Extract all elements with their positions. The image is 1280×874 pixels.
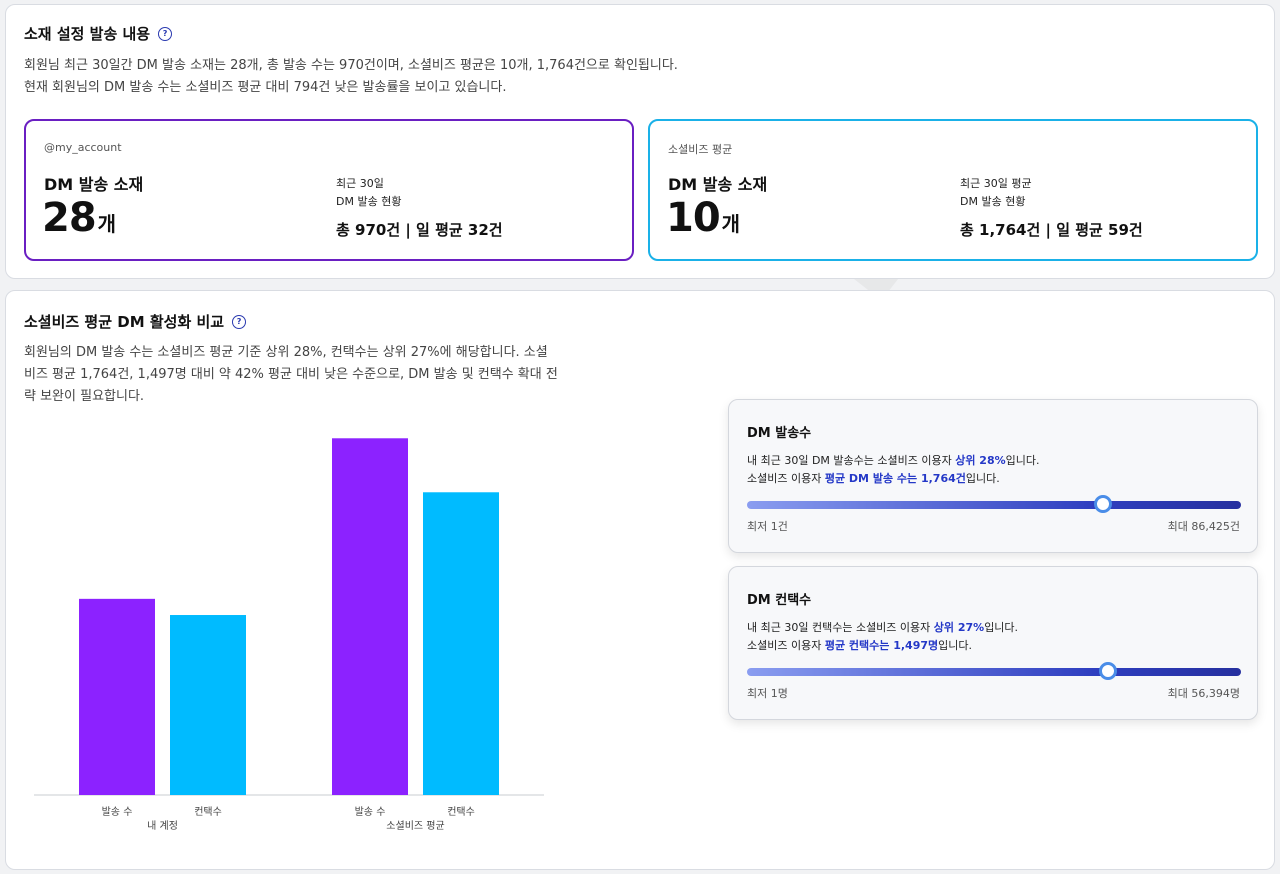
section-title: 소재 설정 발송 내용 ? xyxy=(24,23,173,44)
comparison-title: 소셜비즈 평균 DM 활성화 비교 xyxy=(24,313,225,331)
period-line: DM 발송 현황 xyxy=(336,195,402,208)
bar-chart-svg: 발송 수 컨택수내 계정발송 수 컨택수소셜비즈 평균 xyxy=(34,438,544,832)
my-account-card: @my_account DM 발송 소재 28 개 최근 30일 DM 발송 현… xyxy=(24,119,634,261)
comparison-bar-chart: 발송 수 컨택수 내 계정 발송 수 컨택수 소셜비즈 평균 xyxy=(24,411,554,851)
account-handle: @my_account xyxy=(44,141,122,154)
chart-group-label: 내 계정 xyxy=(147,820,178,832)
send-summary-description: 회원님 최근 30일간 DM 발송 소재는 28개, 총 발송 수는 970건이… xyxy=(24,55,678,99)
card-value: 10 개 xyxy=(666,195,740,241)
metric-line: 내 최근 30일 컨택수는 소셜비즈 이용자 상위 27%입니다. xyxy=(747,619,1018,637)
slider-thumb[interactable] xyxy=(1098,662,1117,680)
slider-max-label: 최대 56,394명 xyxy=(1167,687,1240,700)
card-number: 10 xyxy=(666,195,721,241)
socialbiz-average-card: 소셜비즈 평균 DM 발송 소재 10 개 최근 30일 평균 DM 발송 현황… xyxy=(648,119,1258,261)
metric-title: DM 발송수 xyxy=(747,426,812,441)
metric-text: 내 최근 30일 컨택수는 소셜비즈 이용자 xyxy=(747,621,934,634)
send-summary-panel: 소재 설정 발송 내용 ? 회원님 최근 30일간 DM 발송 소재는 28개,… xyxy=(5,4,1275,279)
account-handle: 소셜비즈 평균 xyxy=(668,143,733,156)
desc-line: 비즈 평균 1,764건, 1,497명 대비 약 42% 평균 대비 낮은 수… xyxy=(24,367,558,382)
desc-line: 회원님 최근 30일간 DM 발송 소재는 28개, 총 발송 수는 970건이… xyxy=(24,58,678,73)
card-total: 총 970건 | 일 평균 32건 xyxy=(336,221,503,239)
card-period: 최근 30일 DM 발송 현황 xyxy=(336,175,401,211)
card-label: DM 발송 소재 xyxy=(44,175,144,194)
metric-title: DM 컨택수 xyxy=(747,593,812,608)
card-period: 최근 30일 평균 DM 발송 현황 xyxy=(960,175,1032,211)
chart-bar xyxy=(423,492,499,795)
chart-bar xyxy=(79,598,155,795)
metric-line: 소셜비즈 이용자 평균 컨택수는 1,497명입니다. xyxy=(747,637,1018,655)
period-line: 최근 30일 xyxy=(336,177,384,190)
section-title: 소셜비즈 평균 DM 활성화 비교 ? xyxy=(24,311,247,332)
send-summary-title: 소재 설정 발송 내용 xyxy=(24,25,151,43)
chart-bar xyxy=(170,615,246,795)
dm-send-count-card: DM 발송수 내 최근 30일 DM 발송수는 소셜비즈 이용자 상위 28%입… xyxy=(728,399,1258,553)
dm-contact-count-card: DM 컨택수 내 최근 30일 컨택수는 소셜비즈 이용자 상위 27%입니다.… xyxy=(728,566,1258,720)
info-icon[interactable]: ? xyxy=(158,26,173,41)
card-unit: 개 xyxy=(721,212,741,236)
chart-category-label: 컨택수 xyxy=(194,806,222,818)
card-value: 28 개 xyxy=(42,195,116,241)
slider-thumb[interactable] xyxy=(1093,495,1112,513)
metric-description: 내 최근 30일 컨택수는 소셜비즈 이용자 상위 27%입니다. 소셜비즈 이… xyxy=(747,619,1018,655)
chart-category-label: 컨택수 xyxy=(447,806,475,818)
metric-highlight: 상위 27% xyxy=(933,621,985,634)
metric-line: 소셜비즈 이용자 평균 DM 발송 수는 1,764건입니다. xyxy=(747,470,1040,488)
comparison-panel: 소셜비즈 평균 DM 활성화 비교 ? 회원님의 DM 발송 수는 소셜비즈 평… xyxy=(5,290,1275,870)
range-slider-track xyxy=(747,495,1241,513)
slider-min-label: 최저 1건 xyxy=(747,520,788,533)
metric-highlight: 평균 컨택수는 1,497명 xyxy=(824,639,939,652)
desc-line: 략 보완이 필요합니다. xyxy=(24,389,145,404)
chart-bar xyxy=(332,438,408,795)
period-line: DM 발송 현황 xyxy=(960,195,1026,208)
metric-text: 입니다. xyxy=(938,639,972,652)
metric-text: 입니다. xyxy=(1005,454,1040,467)
metric-description: 내 최근 30일 DM 발송수는 소셜비즈 이용자 상위 28%입니다. 소셜비… xyxy=(747,452,1040,488)
card-total: 총 1,764건 | 일 평균 59건 xyxy=(960,221,1143,239)
metric-text: 입니다. xyxy=(984,621,1019,634)
chart-category-label: 발송 수 xyxy=(355,806,386,818)
metric-text: 내 최근 30일 DM 발송수는 소셜비즈 이용자 xyxy=(747,454,956,467)
card-number: 28 xyxy=(42,195,97,241)
metric-text: 입니다. xyxy=(965,472,1000,485)
chart-category-label: 발송 수 xyxy=(102,806,133,818)
slider-max-label: 최대 86,425건 xyxy=(1167,520,1240,533)
range-slider-track xyxy=(747,662,1241,680)
info-icon[interactable]: ? xyxy=(232,314,247,329)
period-line: 최근 30일 평균 xyxy=(960,177,1032,190)
comparison-description: 회원님의 DM 발송 수는 소셜비즈 평균 기준 상위 28%, 컨택수는 상위… xyxy=(24,342,558,408)
card-unit: 개 xyxy=(97,212,117,236)
desc-line: 현재 회원님의 DM 발송 수는 소셜비즈 평균 대비 794건 낮은 발송률을… xyxy=(24,80,507,95)
metric-line: 내 최근 30일 DM 발송수는 소셜비즈 이용자 상위 28%입니다. xyxy=(747,452,1040,470)
slider-min-label: 최저 1명 xyxy=(747,687,788,700)
metric-text: 소셜비즈 이용자 xyxy=(747,472,825,485)
metric-highlight: 상위 28% xyxy=(955,454,1006,467)
chart-group-label: 소셜비즈 평균 xyxy=(386,820,444,832)
metric-highlight: 평균 DM 발송 수는 1,764건 xyxy=(824,472,966,485)
card-label: DM 발송 소재 xyxy=(668,175,768,194)
desc-line: 회원님의 DM 발송 수는 소셜비즈 평균 기준 상위 28%, 컨택수는 상위… xyxy=(24,345,548,360)
metric-text: 소셜비즈 이용자 xyxy=(747,639,825,652)
